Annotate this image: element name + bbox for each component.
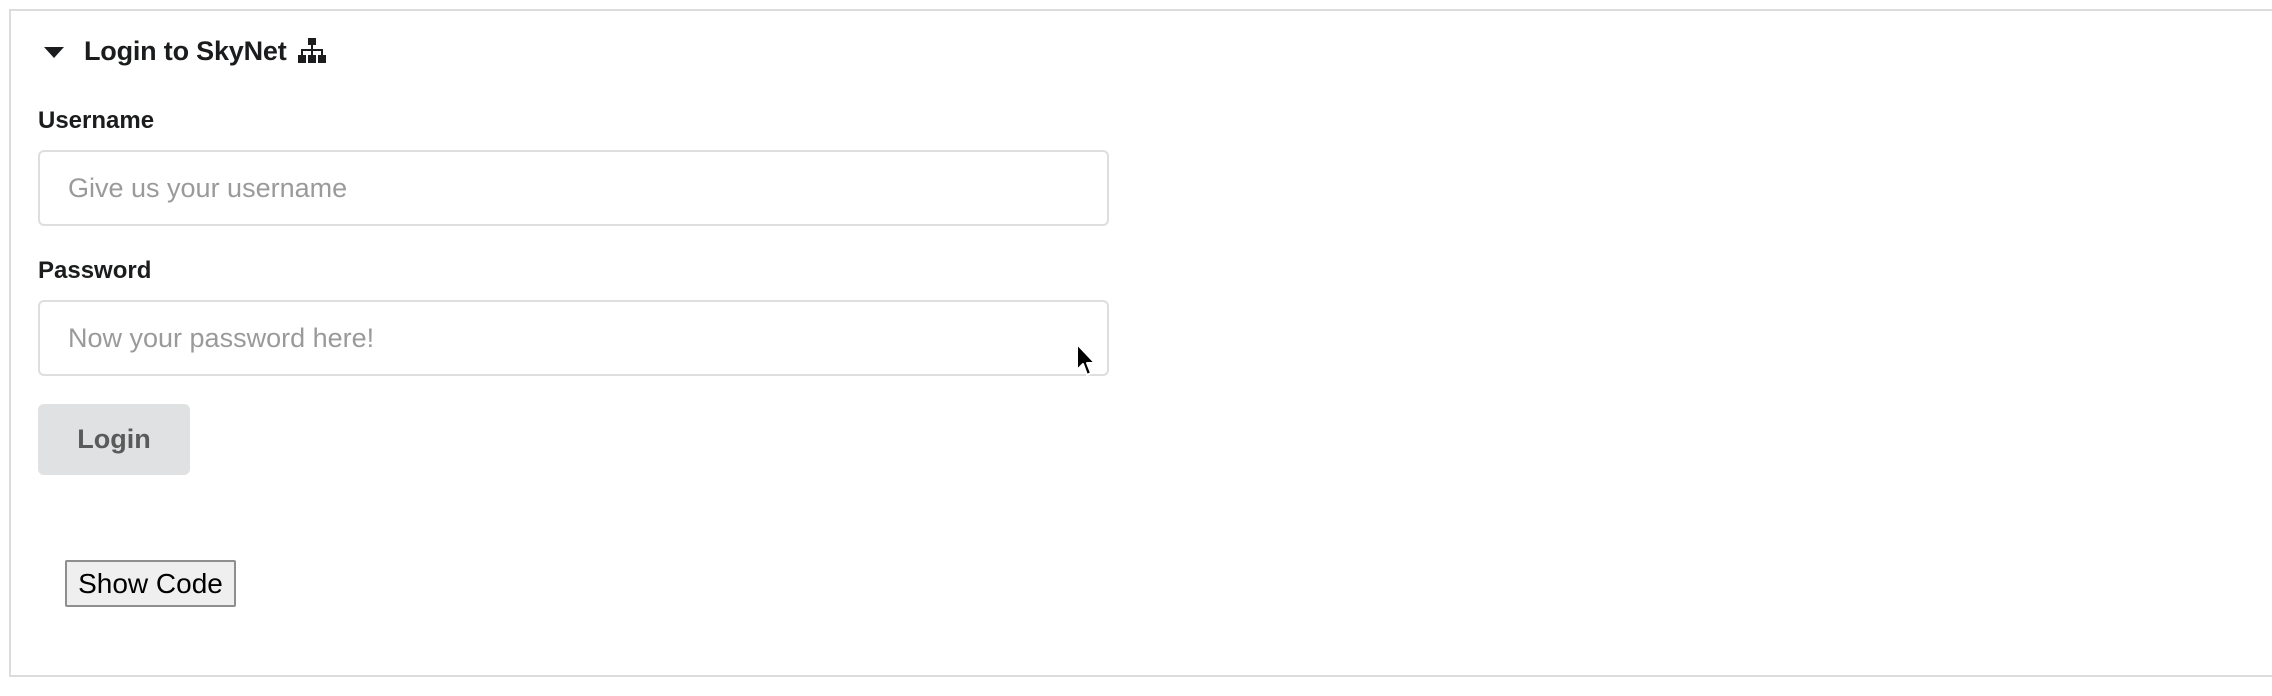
mouse-cursor-icon (1076, 343, 1096, 376)
login-button[interactable]: Login (38, 404, 190, 475)
show-code-button[interactable]: Show Code (65, 560, 236, 607)
form-title: Login to SkyNet (84, 35, 287, 66)
password-label: Password (38, 257, 152, 284)
sitemap-icon (297, 38, 326, 63)
password-input[interactable] (38, 300, 1109, 376)
username-label: Username (38, 107, 155, 134)
accordion-header[interactable]: Login to SkyNet (44, 31, 327, 71)
username-input[interactable] (38, 150, 1109, 226)
caret-down-icon[interactable] (44, 46, 64, 58)
